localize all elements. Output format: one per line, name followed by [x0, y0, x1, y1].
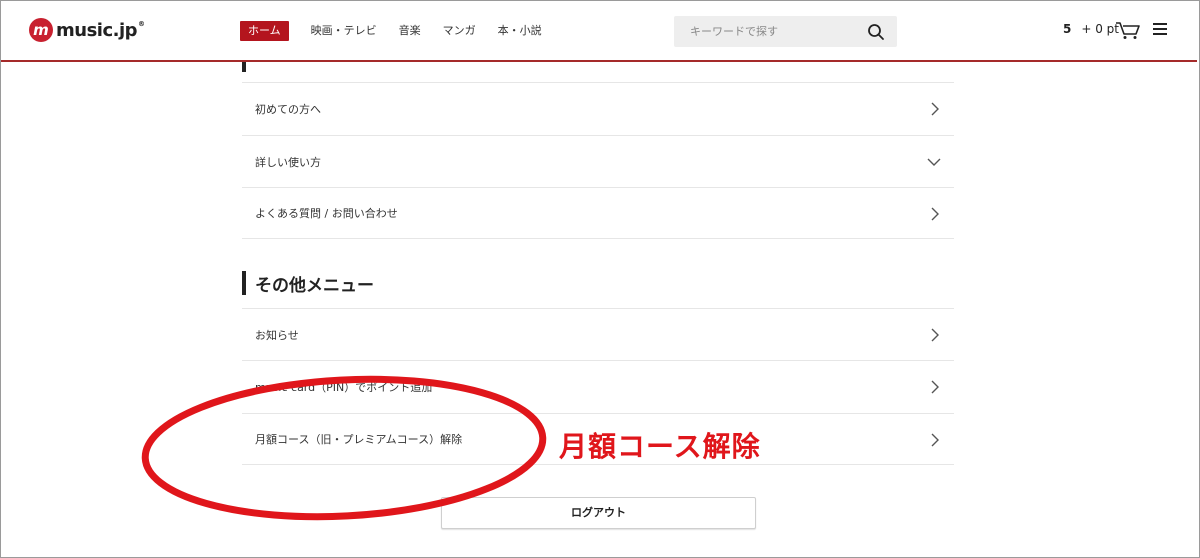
search-icon[interactable]	[867, 23, 885, 41]
search-box	[674, 16, 897, 47]
cart-icon[interactable]	[1115, 20, 1141, 40]
menu-row-faq-contact[interactable]: よくある質問 / お問い合わせ	[242, 187, 954, 239]
site-header: m music.jp® ホーム 映画・テレビ 音楽 マンガ 本・小説 5 + 0…	[1, 1, 1197, 62]
menu-row-detailed-usage[interactable]: 詳しい使い方	[242, 135, 954, 187]
points-main: 5	[1063, 22, 1072, 36]
chevron-right-icon	[931, 380, 939, 394]
section-title-text: その他メニュー	[255, 275, 374, 296]
nav-music[interactable]: 音楽	[399, 21, 421, 41]
menu-row-news[interactable]: お知らせ	[242, 308, 954, 360]
logo-text: music.jp®	[56, 19, 145, 41]
menu-row-label: 初めての方へ	[255, 102, 321, 116]
menu-row-label: よくある質問 / お問い合わせ	[255, 207, 398, 220]
nav-manga[interactable]: マンガ	[443, 21, 476, 41]
annotation-label: 月額コース解除	[559, 430, 761, 463]
chevron-right-icon	[931, 433, 939, 447]
chevron-down-icon	[927, 158, 941, 166]
nav-movies-tv[interactable]: 映画・テレビ	[311, 21, 377, 41]
section-heading-bar	[242, 62, 246, 72]
chevron-right-icon	[931, 328, 939, 342]
chevron-right-icon	[931, 102, 939, 116]
menu-row-first-time[interactable]: 初めての方へ	[242, 82, 954, 134]
menu-row-label: 詳しい使い方	[255, 155, 321, 169]
menu-row-label: お知らせ	[255, 328, 299, 342]
points-balance[interactable]: 5 + 0 pt	[1063, 22, 1119, 36]
logo-mark-icon: m	[29, 18, 53, 42]
points-extra: + 0 pt	[1081, 22, 1119, 36]
search-input[interactable]	[674, 16, 859, 47]
browser-frame: m music.jp® ホーム 映画・テレビ 音楽 マンガ 本・小説 5 + 0…	[0, 0, 1200, 558]
main-nav: ホーム 映画・テレビ 音楽 マンガ 本・小説	[240, 21, 564, 41]
site-logo[interactable]: m music.jp®	[29, 18, 145, 42]
section-title-other-menu: その他メニュー	[242, 270, 374, 296]
hamburger-menu-icon[interactable]	[1153, 23, 1167, 37]
annotation-ellipse	[141, 375, 547, 521]
nav-home[interactable]: ホーム	[240, 21, 289, 41]
section-heading-bar	[242, 271, 246, 295]
chevron-right-icon	[931, 207, 939, 221]
nav-books[interactable]: 本・小説	[498, 21, 542, 41]
